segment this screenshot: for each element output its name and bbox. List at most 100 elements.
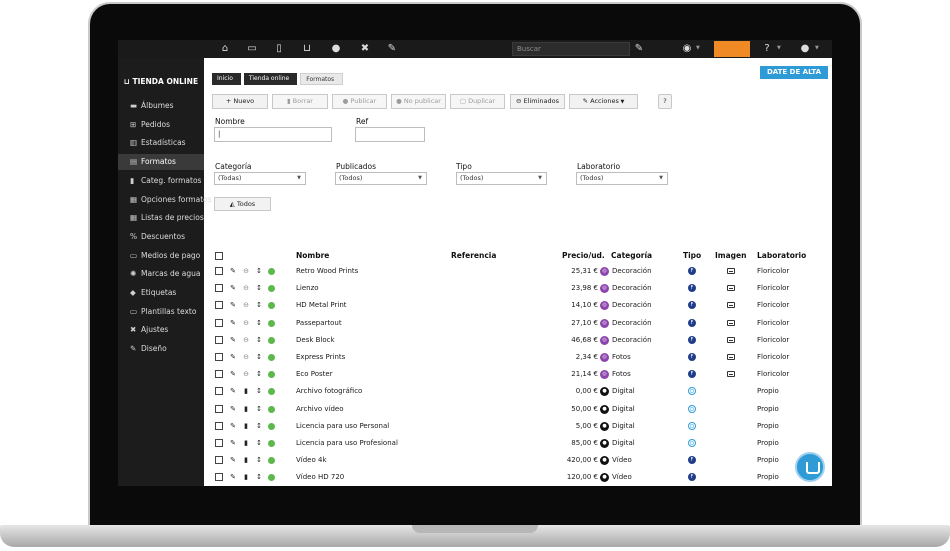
row-checkbox[interactable] bbox=[215, 387, 223, 396]
select-all-checkbox[interactable] bbox=[215, 252, 223, 260]
brush-icon[interactable]: ✎ bbox=[385, 42, 399, 56]
image-icon[interactable] bbox=[727, 302, 735, 309]
reorder-arrows-icon[interactable]: ↕ bbox=[255, 418, 263, 435]
column-header-referencia[interactable]: Referencia bbox=[451, 251, 496, 260]
no-publicar-button[interactable]: ● No publicar bbox=[391, 94, 446, 109]
table-row[interactable]: ✎ ▮ ↕ Licencia para uso Profesional 85,00 € ●… bbox=[204, 435, 832, 452]
todos-button[interactable]: ◭ Todos bbox=[214, 197, 271, 211]
row-nombre[interactable]: Passepartout bbox=[296, 315, 342, 332]
eliminados-button[interactable]: ⊖ Eliminados bbox=[510, 94, 565, 109]
reorder-arrows-icon[interactable]: ↕ bbox=[255, 401, 263, 418]
orange-status-box[interactable] bbox=[714, 41, 750, 57]
ref-input[interactable] bbox=[355, 127, 425, 142]
breadcrumb-inicio[interactable]: Inicio bbox=[212, 73, 241, 85]
published-status-icon[interactable] bbox=[268, 440, 275, 447]
column-header-laboratorio[interactable]: Laboratorio bbox=[757, 251, 806, 260]
reorder-arrows-icon[interactable]: ↕ bbox=[255, 332, 263, 349]
help-icon[interactable]: ? bbox=[760, 42, 774, 56]
trash-icon[interactable]: ▮ bbox=[242, 418, 250, 435]
row-checkbox[interactable] bbox=[215, 370, 223, 379]
row-checkbox[interactable] bbox=[215, 473, 223, 482]
reorder-arrows-icon[interactable]: ↕ bbox=[255, 452, 263, 469]
sidebar-item-dise-o[interactable]: ✎ Diseño bbox=[118, 341, 204, 357]
date-de-alta-button[interactable]: DATE DE ALTA bbox=[760, 66, 828, 79]
column-header-tipo[interactable]: Tipo bbox=[683, 251, 701, 260]
unpublish-icon[interactable]: ⊖ bbox=[242, 332, 250, 349]
unpublish-icon[interactable]: ⊖ bbox=[242, 366, 250, 383]
edit-pencil-icon[interactable]: ✎ bbox=[229, 332, 237, 349]
row-nombre[interactable]: Archivo vídeo bbox=[296, 401, 344, 418]
categoria-select[interactable]: (Todas) ▼ bbox=[214, 172, 306, 185]
edit-pencil-icon[interactable]: ✎ bbox=[229, 263, 237, 280]
edit-pencil-icon[interactable]: ✎ bbox=[229, 469, 237, 486]
reorder-arrows-icon[interactable]: ↕ bbox=[255, 435, 263, 452]
published-status-icon[interactable] bbox=[268, 336, 275, 344]
trash-icon[interactable]: ▮ bbox=[242, 435, 250, 452]
published-status-icon[interactable] bbox=[268, 371, 275, 379]
edit-pencil-icon[interactable]: ✎ bbox=[229, 401, 237, 418]
publicados-select[interactable]: (Todos) ▼ bbox=[335, 172, 427, 185]
row-checkbox[interactable] bbox=[215, 353, 223, 361]
published-status-icon[interactable] bbox=[268, 457, 275, 465]
image-icon[interactable] bbox=[727, 336, 735, 343]
row-checkbox[interactable] bbox=[215, 456, 223, 465]
column-header-imagen[interactable]: Imagen bbox=[715, 251, 746, 260]
edit-pencil-icon[interactable]: ✎ bbox=[229, 418, 237, 435]
borrar-button[interactable]: ▮ Borrar bbox=[272, 94, 328, 109]
monitor-icon[interactable]: ▭ bbox=[245, 42, 259, 56]
edit-pencil-icon[interactable]: ✎ bbox=[229, 366, 237, 383]
reorder-arrows-icon[interactable]: ↕ bbox=[255, 349, 263, 366]
document-icon[interactable]: ▯ bbox=[272, 42, 286, 56]
image-icon[interactable] bbox=[727, 285, 735, 292]
row-checkbox[interactable] bbox=[215, 267, 223, 275]
edit-pencil-icon[interactable]: ✎ bbox=[229, 383, 237, 400]
edit-pencil-icon[interactable]: ✎ bbox=[229, 280, 237, 297]
row-nombre[interactable]: Vídeo 4k bbox=[296, 452, 327, 469]
published-status-icon[interactable] bbox=[268, 422, 275, 430]
row-nombre[interactable]: Express Prints bbox=[296, 349, 345, 366]
trash-icon[interactable]: ▮ bbox=[242, 383, 250, 400]
unpublish-icon[interactable]: ⊖ bbox=[242, 297, 250, 314]
search-input[interactable]: Buscar bbox=[512, 42, 630, 56]
sidebar-item-álbumes[interactable]: ▬ Álbumes bbox=[118, 98, 204, 114]
edit-pencil-icon[interactable]: ✎ bbox=[229, 349, 237, 366]
users-icon[interactable]: ● bbox=[329, 42, 343, 56]
image-icon[interactable] bbox=[727, 371, 735, 378]
row-checkbox[interactable] bbox=[215, 301, 223, 310]
help-button[interactable]: ? bbox=[658, 94, 672, 109]
wrench-icon[interactable]: ✎ bbox=[632, 42, 646, 56]
reorder-arrows-icon[interactable]: ↕ bbox=[255, 366, 263, 383]
edit-pencil-icon[interactable]: ✎ bbox=[229, 435, 237, 452]
sidebar-item-listas-de-precios[interactable]: ▦ Listas de precios bbox=[118, 210, 204, 226]
edit-pencil-icon[interactable]: ✎ bbox=[229, 452, 237, 469]
unpublish-icon[interactable]: ⊖ bbox=[242, 263, 250, 280]
published-status-icon[interactable] bbox=[268, 354, 275, 361]
sidebar-item-plantillas-texto[interactable]: ▭ Plantillas texto bbox=[118, 304, 204, 320]
published-status-icon[interactable] bbox=[268, 474, 275, 482]
chat-bubble-icon[interactable] bbox=[795, 452, 825, 482]
unpublish-icon[interactable]: ⊖ bbox=[242, 315, 250, 332]
row-checkbox[interactable] bbox=[215, 284, 223, 293]
table-row[interactable]: ✎ ⊖ ↕ Desk Block 46,68 € ◎ Decoración F Floricol… bbox=[204, 332, 832, 349]
image-icon[interactable] bbox=[727, 319, 735, 326]
nuevo-button[interactable]: + Nuevo bbox=[212, 94, 268, 109]
table-row[interactable]: ✎ ⊖ ↕ Lienzo 23,98 € ◎ Decoración F Floricolor bbox=[204, 280, 832, 297]
row-nombre[interactable]: HD Metal Print bbox=[296, 297, 347, 314]
tools-icon[interactable]: ✖ bbox=[358, 42, 372, 56]
table-row[interactable]: ✎ ▮ ↕ Licencia para uso Personal 5,00 € ● Digi… bbox=[204, 418, 832, 435]
trash-icon[interactable]: ▮ bbox=[242, 452, 250, 469]
row-nombre[interactable]: Eco Poster bbox=[296, 366, 333, 383]
edit-pencil-icon[interactable]: ✎ bbox=[229, 315, 237, 332]
row-checkbox[interactable] bbox=[215, 421, 223, 430]
reorder-arrows-icon[interactable]: ↕ bbox=[255, 469, 263, 486]
row-nombre[interactable]: Retro Wood Prints bbox=[296, 263, 358, 280]
image-icon[interactable] bbox=[727, 354, 735, 360]
row-checkbox[interactable] bbox=[215, 439, 223, 447]
sidebar-item-etiquetas[interactable]: ◆ Etiquetas bbox=[118, 285, 204, 301]
laboratorio-select[interactable]: (Todos) ▼ bbox=[576, 172, 668, 185]
table-row[interactable]: ✎ ⊖ ↕ Passepartout 27,10 € ◎ Decoración F Floric… bbox=[204, 315, 832, 332]
column-header-nombre[interactable]: Nombre bbox=[296, 251, 329, 260]
table-row[interactable]: ✎ ⊖ ↕ Eco Poster 21,14 € ◎ Fotos F Floricolor bbox=[204, 366, 832, 383]
table-row[interactable]: ✎ ▮ ↕ Vídeo HD 720 120,00 € ● Vídeo F Propio bbox=[204, 469, 832, 486]
table-row[interactable]: ✎ ⊖ ↕ Express Prints 2,34 € ◎ Fotos F Floricolor bbox=[204, 349, 832, 366]
